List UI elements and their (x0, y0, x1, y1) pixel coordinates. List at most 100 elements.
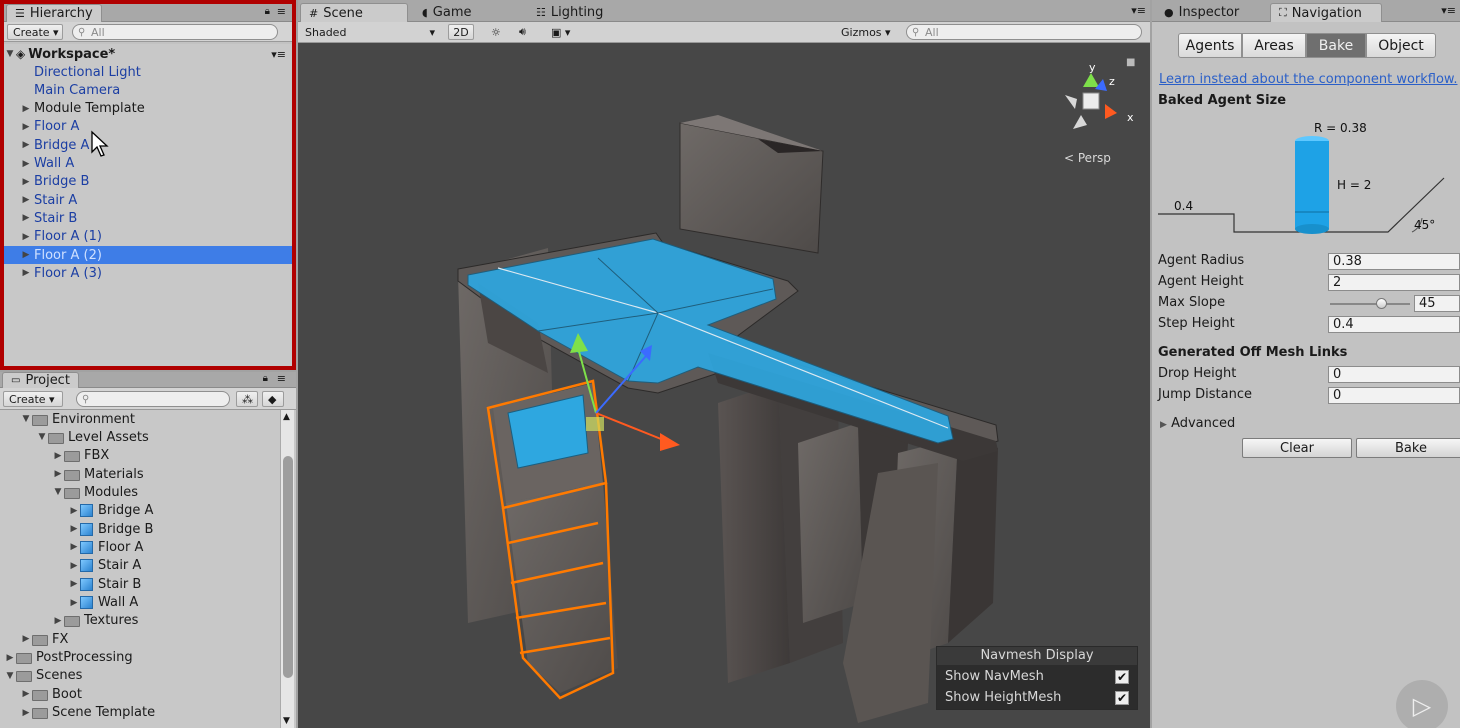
hierarchy-item[interactable]: ▶ Stair A (4, 191, 292, 209)
tab-inspector[interactable]: ● Inspector (1156, 3, 1247, 22)
scroll-up-icon[interactable]: ▲ (283, 412, 290, 422)
chevron-right-icon[interactable]: ▶ (20, 708, 32, 718)
chevron-right-icon[interactable]: ▶ (20, 689, 32, 699)
chevron-right-icon[interactable]: ▶ (68, 598, 80, 608)
hierarchy-item[interactable]: ▶ Floor A (1) (4, 228, 292, 246)
component-workflow-link[interactable]: Learn instead about the component workfl… (1159, 72, 1458, 87)
scene-viewport[interactable]: y z x < Persp ■ (298, 43, 1150, 728)
tab-game[interactable]: ◖ Game (414, 3, 480, 22)
lock-icon[interactable]: ■ (1126, 57, 1135, 68)
chevron-right-icon[interactable]: ▶ (20, 213, 32, 223)
tab-lighting[interactable]: ☷ Lighting (528, 3, 611, 22)
scroll-thumb[interactable] (283, 456, 293, 678)
project-item[interactable]: ▼ Level Assets (0, 428, 278, 446)
hierarchy-item[interactable]: ▶ Floor A (3) (4, 264, 292, 282)
slider-thumb[interactable] (1376, 298, 1387, 309)
tab-hierarchy[interactable]: ☰ Hierarchy (6, 4, 102, 22)
nav-tab-object[interactable]: Object (1366, 33, 1436, 58)
hierarchy-item[interactable]: ▶ Wall A (4, 155, 292, 173)
chevron-down-icon[interactable]: ▼ (52, 487, 64, 497)
chevron-right-icon[interactable]: ▶ (68, 524, 80, 534)
filter-by-type-button[interactable]: ⁂ (236, 391, 258, 407)
tab-project[interactable]: ▭ Project (2, 372, 79, 388)
hierarchy-item[interactable]: ▶ Bridge B (4, 173, 292, 191)
hierarchy-item[interactable]: ▶ Stair B (4, 209, 292, 227)
chevron-right-icon[interactable]: ▶ (20, 122, 32, 132)
chevron-right-icon[interactable]: ▶ (4, 653, 16, 663)
options-icon[interactable]: ▾≡ (271, 48, 286, 61)
chevron-right-icon[interactable]: ▶ (68, 579, 80, 589)
tab-navigation[interactable]: ⛶ Navigation (1270, 3, 1382, 22)
chevron-right-icon[interactable]: ▶ (20, 250, 32, 260)
chevron-down-icon[interactable]: ▼ (4, 49, 16, 59)
project-item[interactable]: ▶ Floor A (0, 538, 278, 556)
project-item[interactable]: ▶ Boot (0, 685, 278, 703)
show-heightmesh-row[interactable]: Show HeightMesh ✔ (945, 690, 1129, 705)
hierarchy-item[interactable]: ▶ Bridge A (4, 136, 292, 154)
menu-icon[interactable]: ≡ (277, 372, 286, 385)
hierarchy-search-input[interactable]: ⚲ All (72, 24, 278, 40)
project-item[interactable]: ▶ FX (0, 630, 278, 648)
project-item[interactable]: ▶ FBX (0, 447, 278, 465)
project-item[interactable]: ▶ PostProcessing (0, 649, 278, 667)
project-item[interactable]: ▼ Environment (0, 410, 278, 428)
project-search-input[interactable]: ⚲ (76, 391, 230, 407)
agent-height-input[interactable]: 2 (1328, 274, 1460, 291)
project-item[interactable]: ▶ Wall A (0, 594, 278, 612)
effects-toggle-icon[interactable]: ▣ ▾ (546, 24, 580, 40)
menu-icon[interactable]: ≡ (277, 5, 286, 18)
lock-icon[interactable]: 🔒︎ (263, 373, 268, 384)
project-item[interactable]: ▼ Modules (0, 483, 278, 501)
chevron-right-icon[interactable]: ▶ (68, 506, 80, 516)
max-slope-input[interactable]: 45 (1414, 295, 1460, 312)
chevron-down-icon[interactable]: ▼ (4, 671, 16, 681)
project-item[interactable]: ▶ Stair A (0, 557, 278, 575)
project-item[interactable]: ▶ Materials (0, 465, 278, 483)
advanced-foldout[interactable]: ▶ Advanced (1160, 416, 1235, 431)
drop-height-input[interactable]: 0 (1328, 366, 1460, 383)
show-heightmesh-checkbox[interactable]: ✔ (1115, 690, 1129, 705)
hierarchy-item[interactable]: ▶ Floor A (4, 118, 292, 136)
chevron-right-icon[interactable]: ▶ (52, 616, 64, 626)
persp-label[interactable]: < Persp (1064, 151, 1111, 165)
nav-tab-areas[interactable]: Areas (1242, 33, 1306, 58)
menu-icon[interactable]: ▾≡ (1131, 4, 1146, 17)
filter-by-label-button[interactable]: ◆ (262, 391, 284, 407)
hierarchy-root[interactable]: ▼ ◈ Workspace* ▾≡ (4, 45, 292, 63)
scene-search-input[interactable]: ⚲ All (906, 24, 1142, 40)
chevron-right-icon[interactable]: ▶ (20, 232, 32, 242)
project-item[interactable]: ▶ Textures (0, 612, 278, 630)
chevron-right-icon[interactable]: ▶ (52, 469, 64, 479)
chevron-right-icon[interactable]: ▶ (20, 140, 32, 150)
chevron-right-icon[interactable]: ▶ (68, 542, 80, 552)
show-navmesh-row[interactable]: Show NavMesh ✔ (945, 669, 1129, 684)
nav-tab-bake[interactable]: Bake (1306, 33, 1366, 58)
audio-toggle-icon[interactable]: 🔊︎ (514, 24, 536, 40)
hierarchy-item[interactable]: Main Camera (4, 81, 292, 99)
bake-button[interactable]: Bake (1356, 438, 1460, 458)
project-scrollbar[interactable]: ▲ ▼ (280, 410, 294, 728)
step-height-input[interactable]: 0.4 (1328, 316, 1460, 333)
chevron-right-icon[interactable]: ▶ (68, 561, 80, 571)
chevron-right-icon[interactable]: ▶ (20, 268, 32, 278)
chevron-right-icon[interactable]: ▶ (20, 634, 32, 644)
chevron-down-icon[interactable]: ▼ (20, 414, 32, 424)
chevron-right-icon[interactable]: ▶ (20, 104, 32, 114)
lighting-toggle-icon[interactable]: ☼ (486, 24, 508, 40)
gizmos-dropdown[interactable]: Gizmos ▾ (836, 24, 898, 40)
chevron-down-icon[interactable]: ▼ (36, 432, 48, 442)
chevron-right-icon[interactable]: ▶ (20, 195, 32, 205)
jump-distance-input[interactable]: 0 (1328, 387, 1460, 404)
project-item[interactable]: ▶ Stair B (0, 575, 278, 593)
hierarchy-item[interactable]: ▶ Floor A (2) (4, 246, 292, 264)
scroll-down-icon[interactable]: ▼ (283, 716, 290, 726)
shading-mode-dropdown[interactable]: Shaded ▾ (300, 24, 440, 40)
show-navmesh-checkbox[interactable]: ✔ (1115, 669, 1129, 684)
chevron-right-icon[interactable]: ▶ (20, 159, 32, 169)
clear-button[interactable]: Clear (1242, 438, 1352, 458)
project-item[interactable]: ▶ Bridge B (0, 520, 278, 538)
project-item[interactable]: ▶ Bridge A (0, 502, 278, 520)
chevron-right-icon[interactable]: ▶ (52, 451, 64, 461)
tab-scene[interactable]: # Scene (300, 3, 408, 22)
lock-icon[interactable]: 🔒︎ (265, 6, 270, 17)
